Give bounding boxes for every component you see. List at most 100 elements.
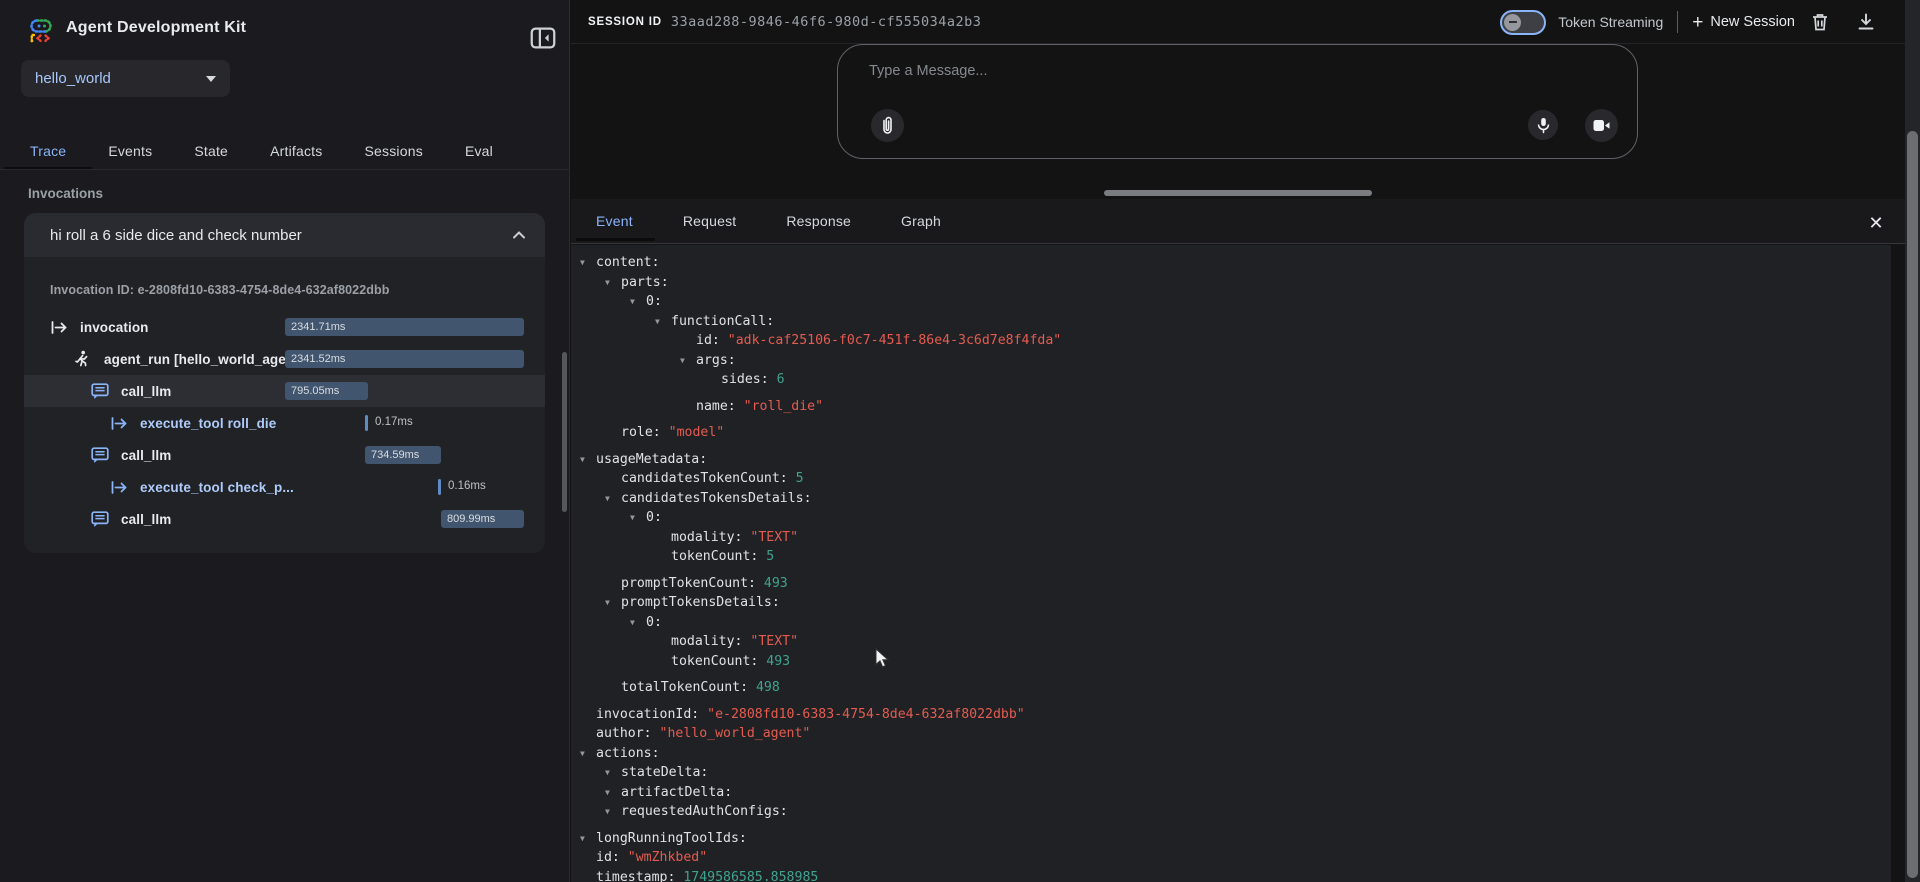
horizontal-scrollbar[interactable]	[1104, 190, 1372, 196]
toggle-knob	[1504, 14, 1521, 31]
tab-event[interactable]: Event	[596, 201, 633, 241]
event-detail-panel: ▼content:▼parts:▼0:▼functionCall:id: "ad…	[571, 245, 1891, 882]
json-line: totalTokenCount: 498	[621, 678, 1891, 698]
message-composer	[837, 44, 1638, 159]
trace-span-row[interactable]: execute_tool check_p...0.16ms	[24, 471, 545, 503]
expand-triangle-icon[interactable]: ▼	[605, 763, 610, 783]
expand-triangle-icon[interactable]: ▼	[630, 613, 635, 633]
expand-triangle-icon[interactable]: ▼	[580, 253, 585, 273]
json-key: role:	[621, 425, 661, 440]
tab-graph[interactable]: Graph	[901, 201, 941, 241]
json-key: 0:	[646, 510, 662, 525]
invocation-id: Invocation ID: e-2808fd10-6383-4754-8de4…	[50, 283, 545, 297]
tab-request[interactable]: Request	[683, 201, 737, 241]
tab-trace[interactable]: Trace	[26, 134, 70, 168]
json-key: invocationId:	[596, 707, 699, 722]
trace-span-label: invocation	[80, 320, 149, 335]
json-children: id: "adk-caf25106-f0c7-451f-86e4-3c6d7e8…	[696, 331, 1891, 416]
agent-select-value: hello_world	[35, 70, 206, 87]
tab-state[interactable]: State	[190, 134, 232, 168]
tab-artifacts[interactable]: Artifacts	[266, 134, 326, 168]
vertical-scrollbar-track[interactable]	[1905, 0, 1920, 882]
mapsto-icon	[110, 478, 130, 496]
json-value: "e-2808fd10-6383-4754-8de4-632af8022dbb"	[699, 707, 1025, 722]
new-session-button[interactable]: + New Session	[1692, 13, 1795, 32]
close-icon[interactable]: ✕	[1863, 210, 1889, 236]
trace-span-row[interactable]: execute_tool roll_die0.17ms	[24, 407, 545, 439]
trace-duration-tick	[438, 479, 441, 495]
expand-triangle-icon[interactable]: ▼	[605, 593, 610, 613]
json-key: longRunningToolIds:	[596, 831, 747, 846]
trace-duration-label: 0.17ms	[375, 416, 413, 428]
vertical-scrollbar-thumb[interactable]	[1907, 131, 1918, 878]
expand-triangle-icon[interactable]: ▼	[580, 744, 585, 764]
agent-select-dropdown[interactable]: hello_world	[21, 60, 230, 97]
json-line: author: "hello_world_agent"	[596, 724, 1891, 744]
expand-triangle-icon[interactable]: ▼	[605, 489, 610, 509]
json-key: sides:	[721, 372, 769, 387]
json-value: 6	[769, 372, 785, 387]
tab-response[interactable]: Response	[786, 201, 851, 241]
json-line: ▼artifactDelta:	[621, 783, 1891, 803]
json-line: ▼0:	[646, 292, 1891, 312]
trace-span-label: agent_run [hello_world_agent]	[104, 352, 303, 367]
json-value: "adk-caf25106-f0c7-451f-86e4-3c6d7e8f4fd…	[720, 333, 1061, 348]
mapsto-icon	[110, 414, 130, 432]
left-tab-bar: Trace Events State Artifacts Sessions Eval	[0, 132, 525, 169]
expand-triangle-icon[interactable]: ▼	[580, 829, 585, 849]
delete-session-icon[interactable]	[1809, 11, 1831, 33]
chevron-up-icon[interactable]	[511, 227, 527, 243]
chat-icon	[91, 446, 111, 464]
json-line: ▼actions:	[596, 744, 1891, 764]
json-line: sides: 6	[721, 370, 1891, 390]
video-button[interactable]	[1585, 109, 1618, 142]
json-line: ▼promptTokensDetails:	[621, 593, 1891, 613]
json-key: args:	[696, 353, 736, 368]
expand-triangle-icon[interactable]: ▼	[630, 292, 635, 312]
invocation-card-header[interactable]: hi roll a 6 side dice and check number	[24, 213, 545, 257]
trace-span-row[interactable]: invocation2341.71ms	[24, 311, 545, 343]
tab-sessions[interactable]: Sessions	[360, 134, 426, 168]
tab-events[interactable]: Events	[104, 134, 156, 168]
trace-span-label: call_llm	[121, 384, 171, 399]
json-line: candidatesTokenCount: 5	[621, 469, 1891, 489]
json-line: ▼stateDelta:	[621, 763, 1891, 783]
trace-duration-bar: 809.99ms	[441, 510, 524, 528]
token-streaming-toggle[interactable]	[1500, 10, 1546, 35]
session-id-label: SESSION ID	[588, 16, 662, 28]
adk-logo-icon	[28, 14, 58, 44]
expand-triangle-icon[interactable]: ▼	[655, 312, 660, 332]
attach-file-button[interactable]	[871, 109, 904, 142]
json-value: "TEXT"	[742, 634, 798, 649]
trace-duration-bar: 2341.52ms	[285, 350, 524, 368]
expand-triangle-icon[interactable]: ▼	[580, 450, 585, 470]
json-value: 1749586585.858985	[675, 870, 818, 882]
json-line: ▼0:	[646, 613, 1891, 633]
expand-triangle-icon[interactable]: ▼	[605, 783, 610, 803]
json-key: usageMetadata:	[596, 452, 707, 467]
json-value: "hello_world_agent"	[652, 726, 811, 741]
app-title: Agent Development Kit	[66, 19, 246, 37]
json-line: ▼requestedAuthConfigs:	[621, 802, 1891, 822]
json-value: 5	[758, 549, 774, 564]
collapse-panel-icon[interactable]	[528, 23, 558, 53]
message-input[interactable]	[867, 62, 1427, 80]
download-icon[interactable]	[1855, 11, 1877, 33]
trace-span-row[interactable]: call_llm809.99ms	[24, 503, 545, 535]
json-key: promptTokenCount:	[621, 576, 756, 591]
json-line: ▼usageMetadata:	[596, 450, 1891, 470]
trace-span-row[interactable]: call_llm734.59ms	[24, 439, 545, 471]
trace-span-list: invocation2341.71msagent_run [hello_worl…	[24, 311, 545, 535]
expand-triangle-icon[interactable]: ▼	[680, 351, 685, 371]
expand-triangle-icon[interactable]: ▼	[630, 508, 635, 528]
expand-triangle-icon[interactable]: ▼	[605, 802, 610, 822]
trace-span-row[interactable]: call_llm795.05ms	[24, 375, 545, 407]
tab-eval[interactable]: Eval	[461, 134, 497, 168]
json-key: stateDelta:	[621, 765, 708, 780]
expand-triangle-icon[interactable]: ▼	[605, 273, 610, 293]
microphone-button[interactable]	[1528, 110, 1558, 140]
json-line: ▼functionCall:	[671, 312, 1891, 332]
json-line: timestamp: 1749586585.858985	[596, 868, 1891, 882]
trace-span-row[interactable]: agent_run [hello_world_agent]2341.52ms	[24, 343, 545, 375]
left-panel-scrollbar[interactable]	[562, 352, 567, 512]
